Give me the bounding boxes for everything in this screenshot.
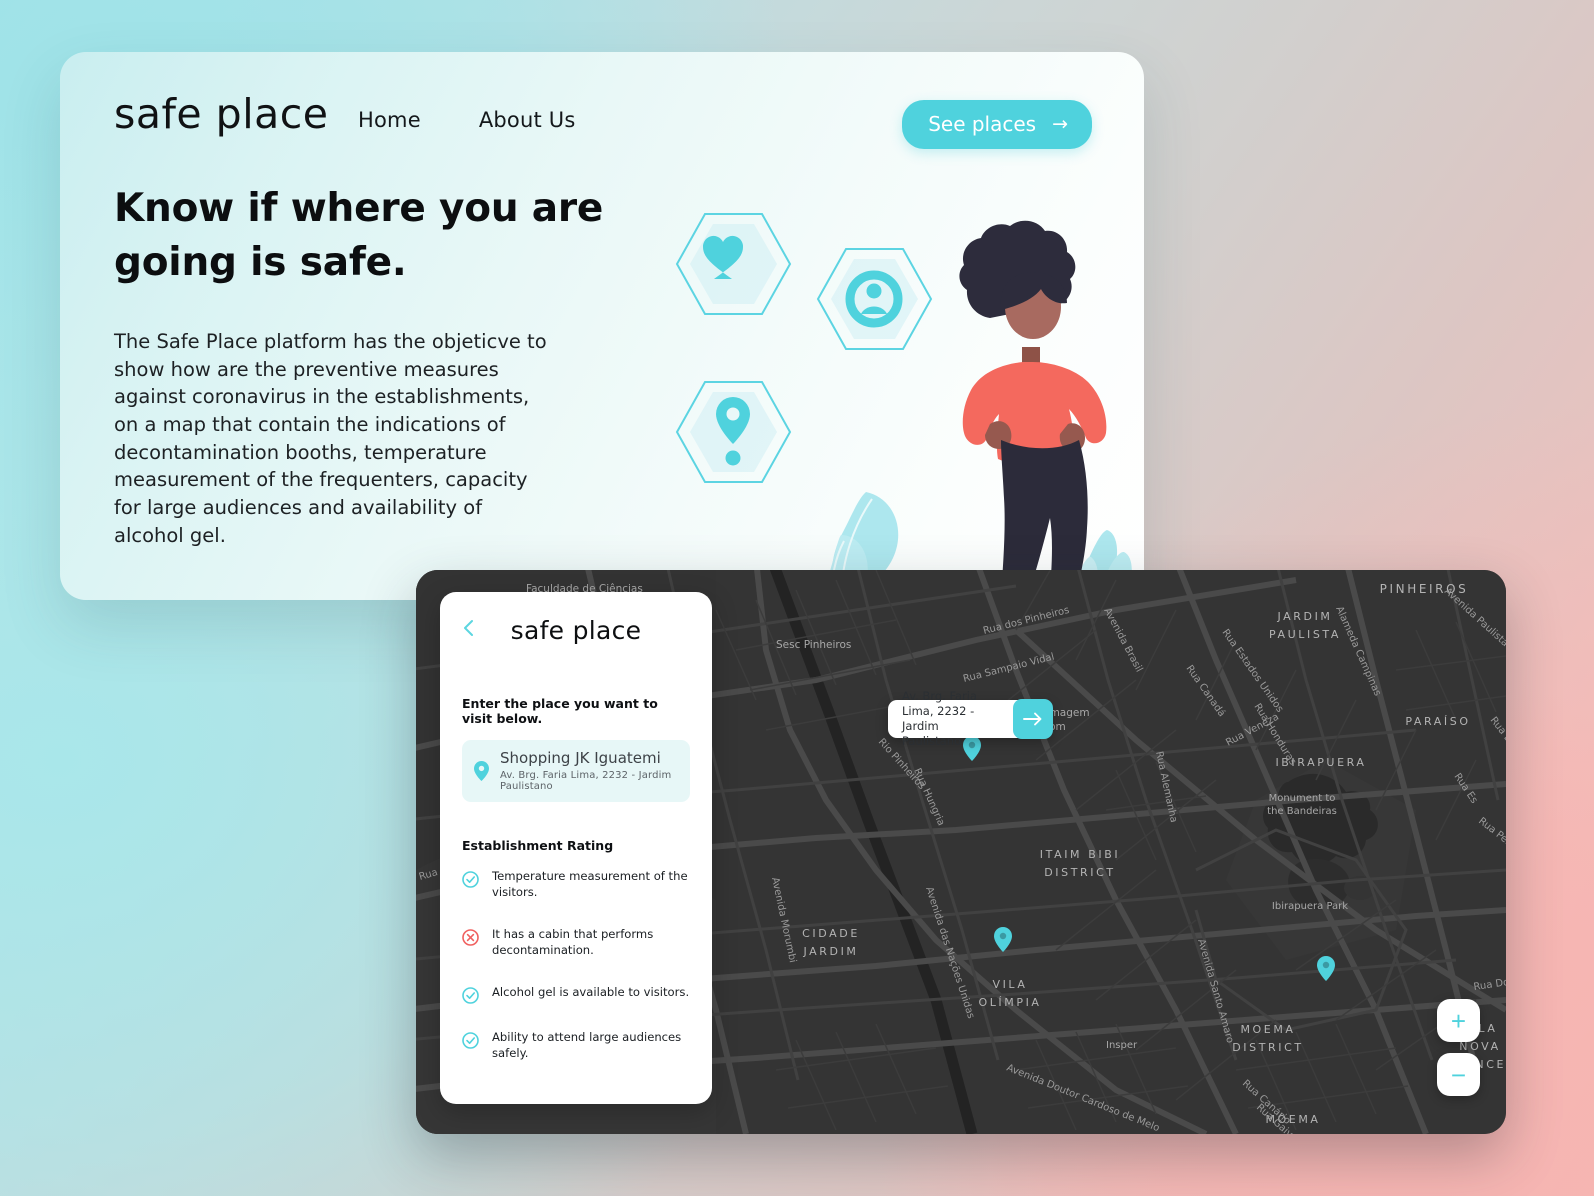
place-address: Av. Brg. Faria Lima, 2232 - Jardim Pauli… [500, 770, 672, 793]
map-panel[interactable]: PINHEIROS JARDIM PAULISTA PARAÍSO IBIRAP… [416, 570, 1506, 1134]
hex-heart [675, 213, 792, 315]
svg-text:VILA: VILA [992, 978, 1027, 991]
svg-text:PAULISTA: PAULISTA [1269, 628, 1341, 641]
map-search-go-button[interactable] [1013, 699, 1053, 739]
place-name: Shopping JK Iguatemi [500, 749, 661, 767]
panel-body: Enter the place you want to visit below.… [440, 696, 712, 1062]
map-pin-marker[interactable] [994, 927, 1012, 952]
map-search-line2: Jardim Paulistano [902, 719, 962, 749]
zoom-out-button[interactable]: − [1437, 1053, 1480, 1096]
rating-item: Ability to attend large audiences safely… [462, 1030, 690, 1062]
svg-text:OLÍMPIA: OLÍMPIA [978, 996, 1041, 1009]
person-illustration [959, 220, 1107, 600]
svg-text:ITAIM BIBI: ITAIM BIBI [1040, 848, 1120, 861]
check-circle-icon [462, 871, 479, 889]
rating-item-text: Alcohol gel is available to visitors. [492, 985, 690, 1000]
map-search-text: Av. Brg. Faria Lima, 2232 - Jardim Pauli… [888, 689, 1013, 749]
rating-item-text: Ability to attend large audiences safely… [492, 1030, 682, 1061]
see-places-button[interactable]: See places → [902, 100, 1092, 149]
nav-link-home[interactable]: Home [358, 108, 421, 132]
map-search-pill[interactable]: Av. Brg. Faria Lima, 2232 - Jardim Pauli… [888, 689, 1053, 749]
map-pin-icon [474, 761, 489, 782]
svg-text:the Bandeiras: the Bandeiras [1267, 806, 1337, 817]
hex-map-pin [675, 381, 792, 483]
svg-text:JARDIM: JARDIM [802, 945, 858, 958]
rating-item: Alcohol gel is available to visitors. [462, 985, 690, 1004]
check-circle-icon [462, 1032, 479, 1049]
hero-description: The Safe Place platform has the objeticv… [114, 330, 547, 547]
logo-safe-place: safe place [114, 90, 329, 138]
rating-item: It has a cabin that performs decontamina… [462, 927, 690, 959]
main-nav: Home About Us [358, 108, 576, 132]
rating-item-text: Temperature measurement of the visitors. [492, 869, 688, 900]
rating-item-text: It has a cabin that performs decontamina… [492, 927, 654, 958]
svg-text:Ibirapuera Park: Ibirapuera Park [1272, 901, 1348, 912]
svg-text:CIDADE: CIDADE [802, 927, 860, 940]
svg-text:DISTRICT: DISTRICT [1232, 1041, 1304, 1054]
svg-text:MOEMA: MOEMA [1240, 1023, 1295, 1036]
zoom-in-button[interactable]: + [1437, 999, 1480, 1042]
panel-logo: safe place [510, 616, 642, 645]
place-detail-panel: safe place Enter the place you want to v… [440, 592, 712, 1104]
hero-card: safe place Home About Us See places → Kn… [60, 52, 1144, 600]
hex-user [816, 248, 933, 350]
arrow-right-icon [1023, 712, 1042, 726]
establishment-rating-title: Establishment Rating [462, 838, 614, 854]
cross-circle-icon [462, 929, 479, 947]
nav-link-about-us[interactable]: About Us [479, 108, 576, 132]
svg-text:Insper: Insper [1106, 1040, 1138, 1051]
rating-item: Temperature measurement of the visitors. [462, 869, 690, 901]
page-title: Know if where you are going is safe. [114, 186, 604, 285]
check-circle-icon [462, 987, 479, 1004]
svg-text:DISTRICT: DISTRICT [1044, 866, 1116, 879]
panel-header: safe place [440, 592, 712, 670]
svg-text:Sesc Pinheiros: Sesc Pinheiros [776, 639, 851, 651]
map-pin-marker[interactable] [1317, 956, 1335, 981]
map-search-line1: Av. Brg. Faria Lima, 2232 - [902, 688, 978, 718]
map-zoom-controls[interactable]: + − [1437, 999, 1480, 1096]
svg-text:Monument to: Monument to [1269, 793, 1336, 804]
rating-list: Temperature measurement of the visitors.… [462, 869, 690, 1062]
arrow-right-icon: → [1052, 112, 1068, 135]
selected-place-card[interactable]: Shopping JK Iguatemi Av. Brg. Faria Lima… [462, 740, 690, 803]
see-places-label: See places [928, 112, 1037, 136]
svg-text:JARDIM: JARDIM [1276, 610, 1332, 623]
search-field-label: Enter the place you want to visit below. [462, 696, 658, 726]
svg-text:PARAÍSO: PARAÍSO [1405, 715, 1470, 728]
